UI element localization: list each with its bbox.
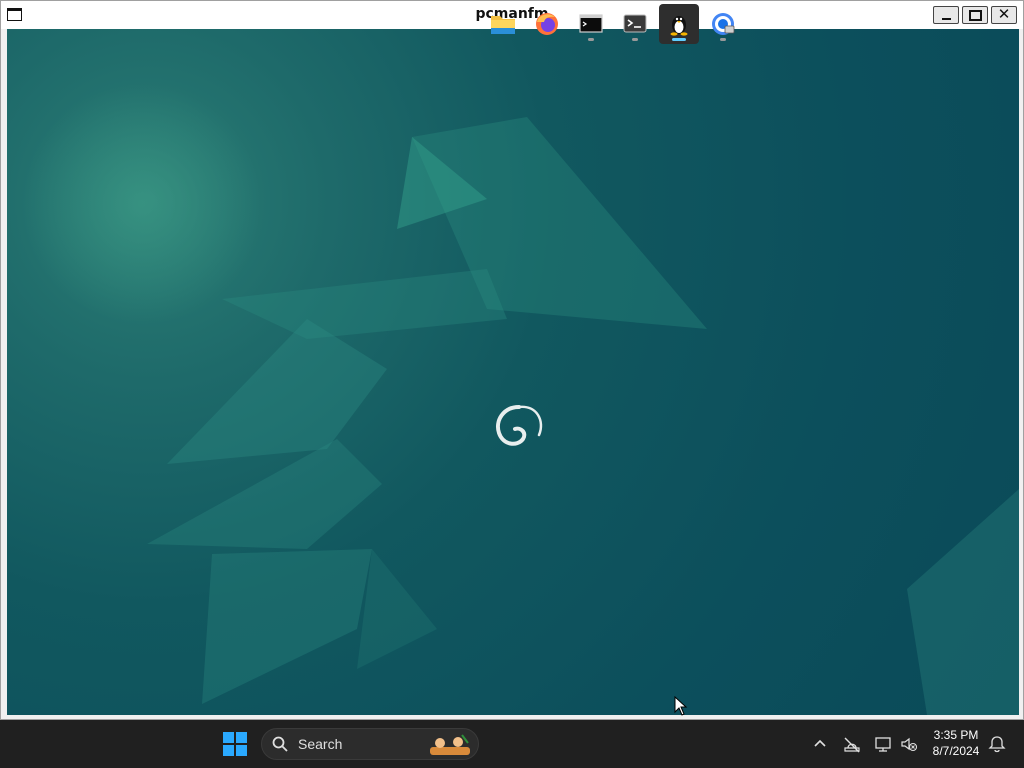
- taskbar-app-terminal-1[interactable]: [571, 4, 611, 44]
- active-indicator: [672, 38, 686, 41]
- taskbar-app-chrome-remote[interactable]: [703, 4, 743, 44]
- minimize-icon: [942, 18, 951, 20]
- windows-start-icon[interactable]: [223, 732, 247, 756]
- running-indicator: [720, 38, 726, 41]
- volume-muted-icon[interactable]: [899, 734, 919, 754]
- notification-bell-icon[interactable]: [987, 734, 1007, 754]
- chevron-up-icon[interactable]: [810, 734, 830, 754]
- mouse-cursor-icon: [674, 696, 688, 716]
- wallpaper-shapes: [22, 84, 1019, 715]
- search-placeholder: Search: [298, 736, 343, 752]
- network-off-icon[interactable]: [842, 734, 862, 754]
- app-window: pcmanfm ✕: [0, 0, 1024, 720]
- minimize-button[interactable]: [933, 6, 959, 24]
- desktop-wallpaper[interactable]: [7, 29, 1019, 715]
- maximize-icon: [969, 10, 982, 21]
- clock-date: 8/7/2024: [932, 744, 980, 758]
- close-icon: ✕: [997, 5, 1011, 23]
- taskbar-search[interactable]: Search: [261, 728, 479, 760]
- taskbar: [0, 720, 1024, 768]
- debian-swirl-icon: [496, 405, 527, 446]
- taskbar-app-firefox[interactable]: [527, 4, 567, 44]
- taskbar-app-linux[interactable]: [659, 4, 699, 44]
- search-highlight-icon: [430, 734, 470, 755]
- taskbar-app-file-explorer[interactable]: [483, 4, 523, 44]
- display-icon[interactable]: [873, 734, 893, 754]
- firefox-icon: [536, 13, 558, 35]
- running-indicator: [632, 38, 638, 41]
- clock[interactable]: 3:35 PM 8/7/2024: [926, 727, 986, 759]
- folder-icon: [491, 16, 515, 34]
- search-icon: [272, 736, 288, 752]
- clock-time: 3:35 PM: [933, 728, 979, 742]
- running-indicator: [588, 38, 594, 41]
- taskbar-app-terminal-2[interactable]: [615, 4, 655, 44]
- close-button[interactable]: ✕: [991, 5, 1017, 24]
- maximize-button[interactable]: [962, 6, 988, 24]
